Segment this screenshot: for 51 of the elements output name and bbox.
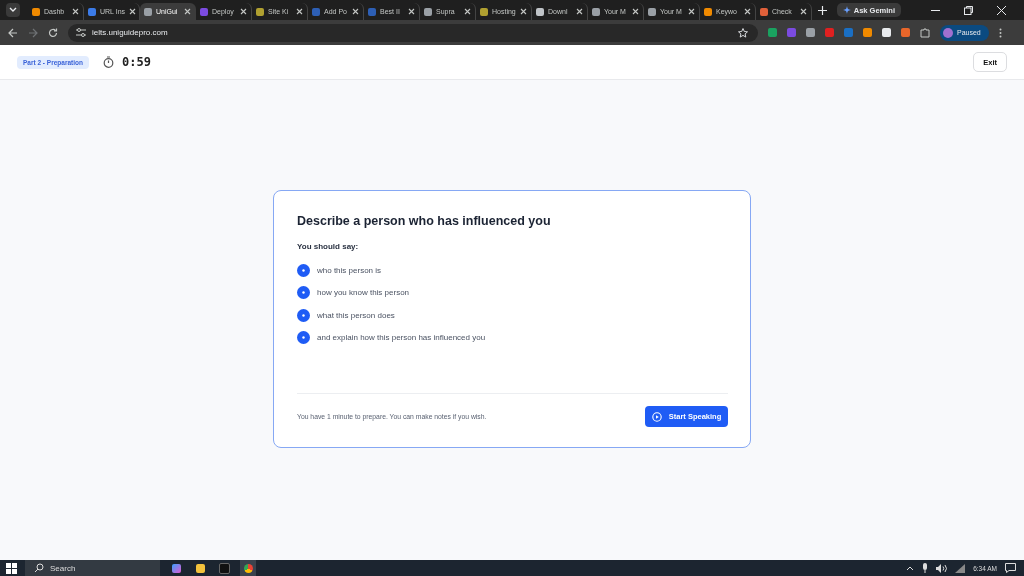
- close-icon[interactable]: [129, 8, 137, 15]
- close-icon[interactable]: [800, 8, 807, 15]
- stopwatch-icon: [102, 56, 114, 68]
- puzzle-icon[interactable]: [920, 27, 930, 38]
- speaker-icon[interactable]: [936, 563, 948, 573]
- extension-icon[interactable]: [806, 28, 815, 37]
- windows-start-icon[interactable]: [6, 562, 17, 574]
- close-icon[interactable]: [72, 8, 79, 15]
- restore-icon[interactable]: [964, 5, 973, 15]
- search-icon: [34, 563, 44, 573]
- new-tab-icon[interactable]: [818, 5, 827, 15]
- reload-icon[interactable]: [48, 27, 58, 38]
- extension-icon[interactable]: [882, 28, 891, 37]
- close-icon[interactable]: [632, 8, 639, 15]
- close-icon[interactable]: [352, 8, 359, 15]
- back-icon[interactable]: [8, 27, 18, 38]
- play-icon: [651, 411, 662, 422]
- countdown-timer: 0:59: [121, 55, 151, 69]
- site-settings-icon[interactable]: [76, 28, 86, 37]
- sparkle-icon: [842, 6, 851, 14]
- tab-search-button[interactable]: [6, 3, 20, 17]
- prompt-text: what this person does: [317, 310, 395, 320]
- card-title: Describe a person who has influenced you: [297, 214, 552, 228]
- prompt-text: and explain how this person has influenced you: [317, 333, 486, 343]
- bullet-icon: [297, 308, 310, 322]
- address-field[interactable]: ielts.uniguidepro.com: [68, 23, 758, 42]
- close-icon[interactable]: [688, 8, 695, 15]
- taskbar-search-field[interactable]: Search: [25, 560, 160, 576]
- close-icon[interactable]: [744, 8, 751, 15]
- chevron-down-icon: [9, 7, 17, 13]
- prompt-text: how you know this person: [317, 288, 410, 298]
- search-placeholder: Search: [50, 563, 76, 573]
- bullet-icon: [297, 263, 310, 277]
- close-icon[interactable]: [520, 8, 527, 15]
- close-icon[interactable]: [464, 8, 471, 15]
- close-icon[interactable]: [296, 8, 303, 15]
- notification-icon[interactable]: [1005, 563, 1016, 573]
- prompt-text: who this person is: [317, 265, 382, 275]
- card-subtitle: You should say:: [297, 242, 360, 251]
- star-icon[interactable]: [738, 27, 748, 38]
- extension-icon[interactable]: [863, 28, 872, 37]
- close-icon[interactable]: [408, 8, 415, 15]
- microphone-icon[interactable]: [922, 563, 929, 573]
- browser-icon[interactable]: [240, 560, 256, 576]
- bullet-icon: [297, 286, 310, 300]
- bullet-icon: [297, 331, 310, 345]
- close-icon[interactable]: [576, 8, 583, 15]
- menu-icon[interactable]: [998, 27, 1002, 38]
- close-icon[interactable]: [240, 8, 247, 15]
- close-icon[interactable]: [184, 8, 191, 15]
- chevron-up-icon[interactable]: [906, 565, 915, 571]
